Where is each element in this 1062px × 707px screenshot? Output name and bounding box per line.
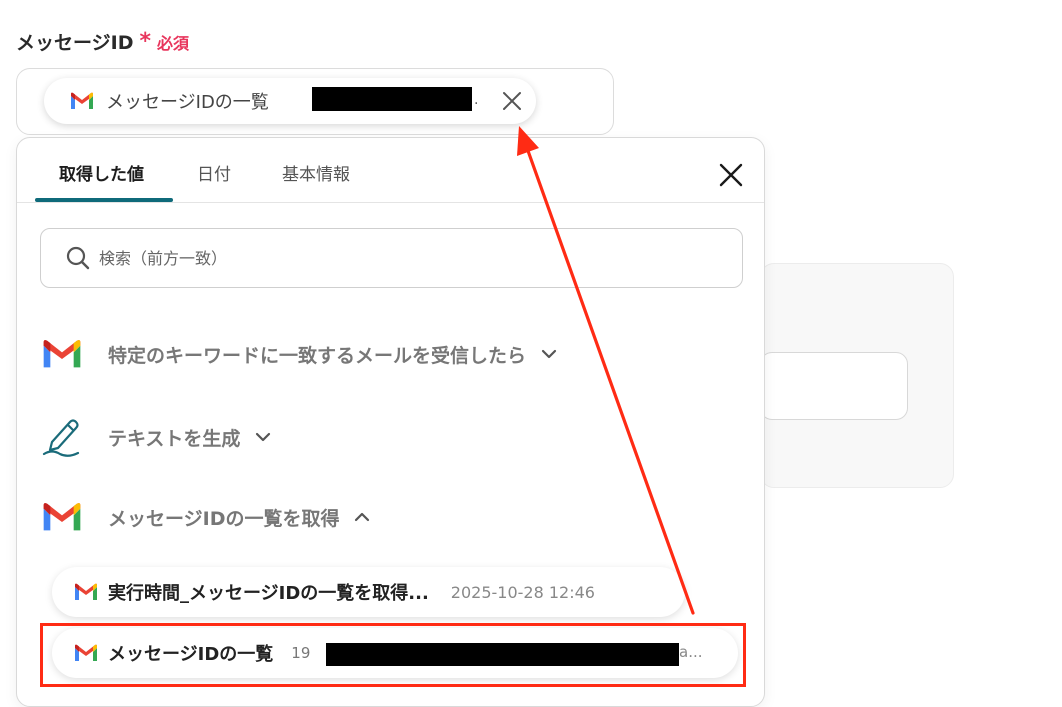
gmail-icon: [75, 583, 97, 600]
chip-label: メッセージIDの一覧: [106, 92, 269, 113]
field-label-text: メッセージID: [16, 32, 134, 54]
tab-retrieved-values[interactable]: 取得した値: [59, 160, 144, 185]
search-box[interactable]: [40, 228, 743, 288]
tab-date[interactable]: 日付: [197, 160, 231, 185]
tab-basic-info[interactable]: 基本情報: [282, 160, 350, 185]
section-label: 特定のキーワードに一致するメールを受信したら: [108, 344, 527, 367]
chip-remove-icon[interactable]: [500, 89, 524, 113]
required-star: *: [139, 28, 151, 54]
gmail-icon: [43, 503, 81, 531]
section-generate-text[interactable]: テキストを生成: [42, 416, 272, 458]
value-item-execution-time[interactable]: 実行時間_メッセージIDの一覧を取得... 2025-10-28 12:46: [52, 567, 685, 617]
section-label: メッセージIDの一覧を取得: [108, 507, 340, 530]
section-get-message-ids[interactable]: メッセージIDの一覧を取得: [42, 502, 371, 532]
close-icon[interactable]: [718, 162, 744, 188]
section-label: テキストを生成: [108, 427, 241, 450]
gmail-icon: [71, 92, 93, 109]
search-icon: [66, 246, 90, 270]
tabs-divider: [17, 202, 764, 203]
chevron-down-icon: [541, 349, 557, 359]
pen-icon: [42, 419, 80, 457]
background-input: [760, 352, 908, 420]
section-keyword-mail[interactable]: 特定のキーワードに一致するメールを受信したら: [42, 339, 558, 369]
gmail-icon: [43, 340, 81, 368]
field-label: メッセージID * 必須: [16, 28, 189, 55]
search-input[interactable]: [97, 247, 701, 269]
highlight-box: [40, 623, 746, 687]
required-text: 必須: [156, 33, 189, 53]
chevron-down-icon: [256, 432, 271, 442]
redacted-block: [312, 87, 472, 111]
chip-trailing: .: [474, 92, 479, 108]
chevron-up-icon: [355, 512, 370, 522]
item-timestamp: 2025-10-28 12:46: [450, 582, 595, 602]
item-label: 実行時間_メッセージIDの一覧を取得...: [108, 583, 429, 604]
